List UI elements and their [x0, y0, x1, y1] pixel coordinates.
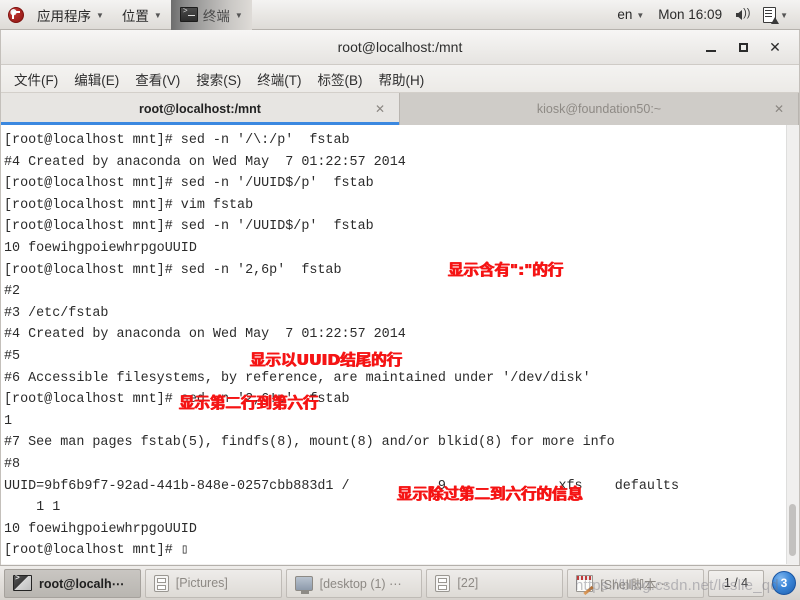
- annotation-colon-lines: 显示含有":"的行: [448, 261, 564, 279]
- menu-help[interactable]: 帮助(H): [371, 66, 433, 92]
- taskbar-item-pictures[interactable]: [Pictures]: [144, 568, 282, 598]
- menu-tabs[interactable]: 标签(B): [310, 66, 371, 92]
- file-drawer-icon: [435, 574, 451, 592]
- taskbar-item-label: [22]: [457, 576, 479, 590]
- terminal-output-area[interactable]: [root@localhost mnt]# sed -n '/\:/p' fst…: [1, 125, 799, 564]
- window-title: root@localhost:/mnt: [337, 39, 463, 55]
- scrollbar-thumb[interactable]: [789, 504, 796, 556]
- close-icon[interactable]: ✕: [774, 102, 784, 116]
- applications-menu-label: 应用程序: [37, 8, 91, 24]
- tab-label: root@localhost:/mnt: [139, 102, 261, 116]
- taskbar-item-terminal[interactable]: root@localh⋯: [4, 568, 141, 598]
- clock[interactable]: Mon 16:09: [652, 0, 728, 30]
- tab-root-localhost-mnt[interactable]: root@localhost:/mnt ✕: [1, 93, 400, 125]
- annotation-lines-two-to-six: 显示第二行到第六行: [179, 394, 319, 412]
- taskbar-item-label: root@localh⋯: [39, 576, 125, 591]
- taskbar-item-label: [Pictures]: [175, 576, 228, 590]
- keyboard-layout-indicator[interactable]: en ▼: [611, 0, 650, 30]
- workspace-badge[interactable]: 3: [771, 571, 796, 595]
- taskbar: root@localh⋯ [Pictures] [desktop (1) ⋯ […: [0, 565, 800, 600]
- keyboard-layout-label: en: [617, 7, 633, 22]
- taskbar-item-label: [desktop (1) ⋯: [319, 576, 402, 591]
- chevron-down-icon: ▼: [153, 10, 162, 20]
- window-controls: ✕: [703, 39, 799, 55]
- tab-label: kiosk@foundation50:~: [536, 102, 662, 116]
- close-button[interactable]: ✕: [767, 39, 783, 55]
- places-menu-label: 位置: [121, 8, 149, 24]
- monitor-icon: [294, 575, 313, 594]
- file-drawer-icon: [153, 574, 169, 592]
- menubar: 文件(F) 编辑(E) 查看(V) 搜索(S) 终端(T) 标签(B) 帮助(H…: [1, 65, 799, 93]
- chevron-down-icon: ▼: [780, 10, 788, 20]
- workspace-switcher[interactable]: 1 / 4: [707, 569, 764, 597]
- window-titlebar[interactable]: root@localhost:/mnt ✕: [1, 30, 799, 65]
- menu-search[interactable]: 搜索(S): [188, 66, 249, 92]
- text-editor-icon: [576, 574, 594, 592]
- menu-edit[interactable]: 编辑(E): [66, 66, 127, 92]
- terminal-scrollbar[interactable]: [786, 125, 799, 564]
- taskbar-item-22[interactable]: [22]: [426, 568, 564, 598]
- close-icon[interactable]: ✕: [375, 102, 385, 116]
- speaker-icon: [736, 7, 750, 20]
- applications-menu[interactable]: 应用程序 ▼: [28, 0, 113, 30]
- annotation-exclude-lines-two-to-six: 显示除过第二到六行的信息: [397, 485, 584, 503]
- workspace-label: 1 / 4: [723, 576, 749, 590]
- chevron-down-icon: ▼: [636, 10, 645, 20]
- taskbar-item-label: [Shell脚本⋯: [600, 577, 669, 592]
- fedora-logo-icon[interactable]: [8, 6, 24, 23]
- terminal-window: root@localhost:/mnt ✕ 文件(F) 编辑(E) 查看(V) …: [0, 30, 800, 565]
- taskbar-item-desktop[interactable]: [desktop (1) ⋯: [285, 568, 423, 598]
- taskbar-item-shell-script[interactable]: [Shell脚本⋯: [567, 568, 704, 598]
- annotation-uuid-suffix-lines: 显示以UUID结尾的行: [250, 351, 403, 369]
- menu-view[interactable]: 查看(V): [127, 66, 188, 92]
- battery-document-icon: [763, 6, 780, 24]
- menu-terminal[interactable]: 终端(T): [249, 66, 309, 92]
- tab-bar: root@localhost:/mnt ✕ kiosk@foundation50…: [1, 93, 799, 125]
- maximize-button[interactable]: [735, 39, 751, 55]
- minimize-button[interactable]: [703, 39, 719, 55]
- terminal-icon: [13, 574, 32, 591]
- clock-label: Mon 16:09: [658, 7, 723, 22]
- active-app-terminal[interactable]: 终端 ▼: [170, 0, 252, 30]
- terminal-icon: [179, 7, 198, 22]
- chevron-down-icon: ▼: [96, 10, 104, 20]
- volume-indicator[interactable]: [730, 0, 755, 30]
- menu-file[interactable]: 文件(F): [6, 66, 66, 92]
- active-app-label: 终端: [202, 8, 230, 24]
- places-menu[interactable]: 位置 ▼: [113, 0, 171, 30]
- chevron-down-icon: ▼: [234, 10, 243, 20]
- top-panel: 应用程序 ▼ 位置 ▼ 终端 ▼ en ▼ Mon 16:09 ▼: [0, 0, 800, 30]
- panel-status-area: en ▼ Mon 16:09 ▼: [611, 0, 800, 30]
- system-menu[interactable]: ▼: [757, 0, 794, 30]
- tab-kiosk-foundation50[interactable]: kiosk@foundation50:~ ✕: [400, 93, 799, 125]
